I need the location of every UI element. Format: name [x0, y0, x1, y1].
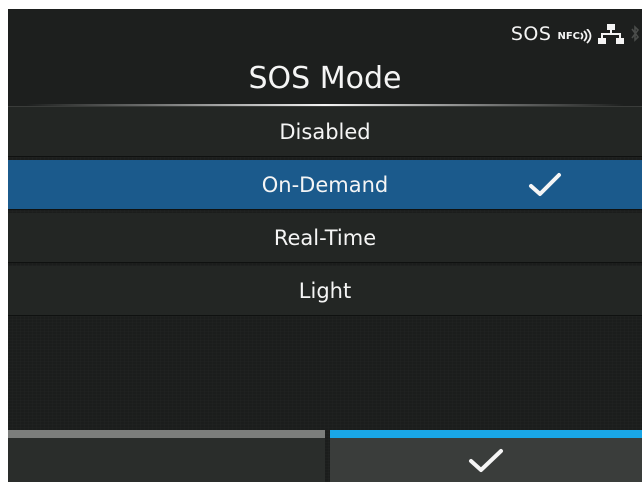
- selected-check-icon: [529, 173, 561, 196]
- nfc-label: NFC: [557, 31, 580, 42]
- option-disabled[interactable]: Disabled: [8, 107, 642, 157]
- confirm-check-icon: [469, 449, 503, 472]
- footer-bar: [8, 430, 642, 482]
- confirm-button[interactable]: [330, 430, 642, 482]
- bluetooth-icon: [631, 25, 640, 42]
- network-icon: [598, 24, 624, 44]
- option-label: Light: [298, 278, 352, 303]
- option-label: On-Demand: [261, 172, 389, 197]
- sos-status-label: SOS: [510, 23, 552, 45]
- nfc-wave-icon: [580, 29, 592, 44]
- option-real-time[interactable]: Real-Time: [8, 213, 642, 263]
- status-bar: SOS NFC: [511, 21, 640, 47]
- printer-display: SOS NFC SOS Mode Disabled On-Demand Real…: [8, 9, 642, 482]
- header: SOS NFC SOS Mode: [8, 9, 642, 107]
- option-on-demand[interactable]: On-Demand: [8, 160, 642, 210]
- page-title: SOS Mode: [248, 61, 402, 96]
- option-label: Real-Time: [273, 225, 377, 250]
- option-list: Disabled On-Demand Real-Time Light: [8, 107, 642, 319]
- back-button[interactable]: [8, 430, 325, 482]
- option-label: Disabled: [279, 119, 371, 144]
- nfc-icon: NFC: [557, 23, 592, 45]
- title-underline-glow: [26, 104, 624, 106]
- option-light[interactable]: Light: [8, 266, 642, 316]
